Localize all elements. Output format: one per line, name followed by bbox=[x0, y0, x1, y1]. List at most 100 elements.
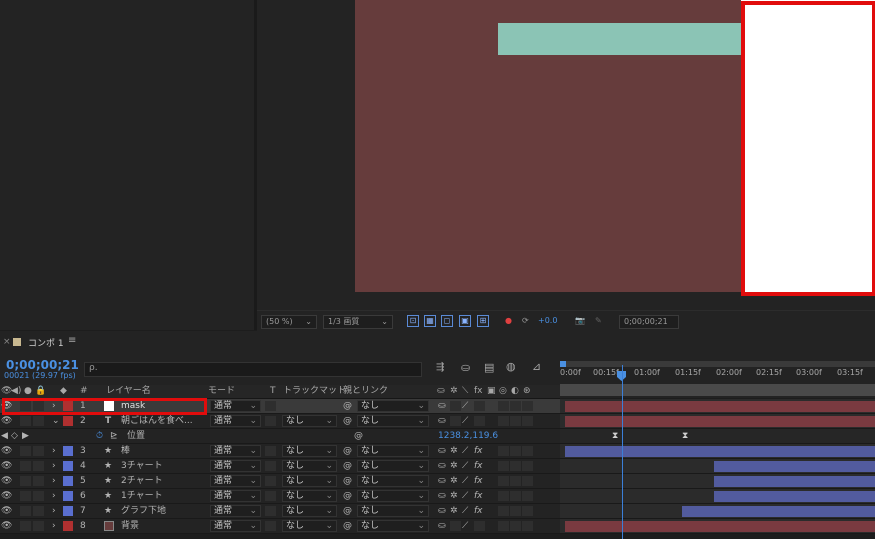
keyframe-icon[interactable]: ⧗ bbox=[612, 431, 618, 441]
collapse-switch-icon[interactable]: ✲ bbox=[450, 475, 458, 487]
region-of-interest-icon[interactable]: ▣ bbox=[459, 315, 471, 327]
3d-switch[interactable] bbox=[522, 476, 533, 486]
mode-dropdown[interactable]: 通常 ⌄ bbox=[210, 415, 261, 427]
solo-toggle[interactable] bbox=[20, 491, 31, 501]
time-ruler[interactable]: 0:00f 00:15f 01:00f 01:15f 02:00f 02:15f… bbox=[560, 360, 875, 398]
quality-switch-icon[interactable]: ⟋ bbox=[462, 400, 468, 412]
track-row[interactable] bbox=[560, 459, 875, 474]
preserve-transparency-toggle[interactable] bbox=[265, 506, 276, 516]
comp-tab-title[interactable]: コンポ 1 bbox=[28, 336, 64, 349]
stopwatch-icon[interactable]: ⏱ bbox=[96, 430, 103, 442]
3d-switch[interactable] bbox=[522, 461, 533, 471]
collapse-switch-icon[interactable]: ✲ bbox=[450, 445, 458, 457]
resolution-dropdown[interactable]: 1/3 画質 ⌄ bbox=[323, 315, 393, 329]
fx-icon[interactable]: fx bbox=[474, 475, 483, 487]
layer-name[interactable]: 棒 bbox=[121, 445, 130, 457]
label-color[interactable] bbox=[63, 461, 73, 471]
preserve-transparency-toggle[interactable] bbox=[265, 491, 276, 501]
pickwhip-icon[interactable]: @ bbox=[343, 505, 352, 517]
table-row[interactable]: 👁 › 6 ★ 1チャート 通常 ⌄ なし ⌄ @ なし ⌄ ⛀ ✲ ⟋ fx bbox=[0, 489, 560, 504]
shy-layers-icon[interactable]: ⛀ bbox=[461, 361, 470, 374]
parent-dropdown[interactable]: なし ⌄ bbox=[357, 460, 429, 472]
expand-chevron-icon[interactable]: › bbox=[52, 445, 56, 457]
adjustment-switch[interactable] bbox=[510, 521, 521, 531]
current-time-display[interactable]: 0;00;00;21 bbox=[6, 358, 79, 372]
mode-dropdown[interactable]: 通常 ⌄ bbox=[210, 505, 261, 517]
adjustment-switch[interactable] bbox=[510, 416, 521, 426]
mode-dropdown[interactable]: 通常 ⌄ bbox=[210, 400, 261, 412]
preserve-transparency-toggle[interactable] bbox=[265, 476, 276, 486]
label-color[interactable] bbox=[63, 491, 73, 501]
motion-blur-switch[interactable] bbox=[498, 476, 509, 486]
parent-dropdown[interactable]: なし ⌄ bbox=[357, 445, 429, 457]
3d-switch[interactable] bbox=[522, 521, 533, 531]
collapse-switch[interactable] bbox=[450, 401, 461, 411]
prev-keyframe-icon[interactable]: ◀ bbox=[1, 430, 8, 442]
track-row[interactable] bbox=[560, 444, 875, 459]
layer-name[interactable]: グラフ下地 bbox=[121, 505, 166, 517]
parent-dropdown[interactable]: なし ⌄ bbox=[357, 520, 429, 532]
column-track-matte[interactable]: トラックマット bbox=[283, 385, 346, 398]
eye-icon[interactable]: 👁 bbox=[1, 520, 12, 532]
lock-toggle[interactable] bbox=[33, 461, 44, 471]
layer-duration-bar[interactable] bbox=[565, 416, 875, 427]
expand-chevron-icon[interactable]: › bbox=[52, 460, 56, 472]
pickwhip-icon[interactable]: @ bbox=[343, 490, 352, 502]
solo-toggle[interactable] bbox=[20, 461, 31, 471]
lock-toggle[interactable] bbox=[33, 476, 44, 486]
frame-blending-icon[interactable]: ▤ bbox=[484, 361, 494, 374]
exposure-value[interactable]: +0.0 bbox=[538, 315, 557, 327]
eye-icon[interactable]: 👁 bbox=[1, 490, 12, 502]
pickwhip-icon[interactable]: @ bbox=[343, 415, 352, 427]
motion-blur-switch[interactable] bbox=[498, 521, 509, 531]
table-row[interactable]: 👁 › 8 背景 通常 ⌄ なし ⌄ @ なし ⌄ ⛀ ⟋ bbox=[0, 519, 560, 534]
collapse-switch[interactable] bbox=[450, 521, 461, 531]
adjustment-switch[interactable] bbox=[510, 461, 521, 471]
shy-switch-icon[interactable]: ⛀ bbox=[438, 400, 446, 412]
table-row[interactable]: 👁 › 4 ★ 3チャート 通常 ⌄ なし ⌄ @ なし ⌄ ⛀ ✲ ⟋ fx bbox=[0, 459, 560, 474]
layer-duration-bar[interactable] bbox=[714, 491, 875, 502]
solo-icon[interactable]: ● bbox=[24, 385, 32, 398]
snapshot-icon[interactable]: 📷 bbox=[575, 315, 585, 327]
preserve-transparency-toggle[interactable] bbox=[265, 461, 276, 471]
motion-blur-switch[interactable] bbox=[498, 446, 509, 456]
mode-dropdown[interactable]: 通常 ⌄ bbox=[210, 490, 261, 502]
lock-toggle[interactable] bbox=[33, 416, 44, 426]
pickwhip-icon[interactable]: @ bbox=[343, 475, 352, 487]
parent-dropdown[interactable]: なし ⌄ bbox=[357, 505, 429, 517]
preserve-transparency-toggle[interactable] bbox=[265, 446, 276, 456]
expand-chevron-icon[interactable]: › bbox=[52, 490, 56, 502]
track-matte-dropdown[interactable]: なし ⌄ bbox=[282, 460, 337, 472]
track-matte-dropdown[interactable]: なし ⌄ bbox=[282, 490, 337, 502]
fx-icon[interactable]: fx bbox=[474, 490, 483, 502]
viewer-timecode[interactable]: 0;00;00;21 bbox=[619, 315, 679, 329]
mask-path-icon[interactable]: ◻ bbox=[441, 315, 453, 327]
track-row[interactable] bbox=[560, 399, 875, 414]
adjustment-switch[interactable] bbox=[510, 401, 521, 411]
grid-guides-icon[interactable]: ⊞ bbox=[477, 315, 489, 327]
fx-icon[interactable]: fx bbox=[474, 460, 483, 472]
motion-blur-switch[interactable] bbox=[498, 416, 509, 426]
collapse-switch-icon[interactable]: ✲ bbox=[450, 505, 458, 517]
track-row[interactable] bbox=[560, 504, 875, 519]
parent-dropdown[interactable]: なし ⌄ bbox=[357, 415, 429, 427]
comp-flowchart-icon[interactable]: ⇶ bbox=[436, 362, 444, 373]
zoom-dropdown[interactable]: (50 %) ⌄ bbox=[261, 315, 317, 329]
column-layer-name[interactable]: レイヤー名 bbox=[106, 385, 151, 398]
mode-dropdown[interactable]: 通常 ⌄ bbox=[210, 445, 261, 457]
layer-name[interactable]: 2チャート bbox=[121, 475, 163, 487]
fx-icon[interactable]: fx bbox=[474, 505, 483, 517]
track-matte-dropdown[interactable]: なし ⌄ bbox=[282, 445, 337, 457]
lock-toggle[interactable] bbox=[33, 491, 44, 501]
expand-chevron-icon[interactable]: ⌄ bbox=[52, 415, 60, 427]
shy-switch-icon[interactable]: ⛀ bbox=[438, 520, 446, 532]
quality-switch-icon[interactable]: ⟋ bbox=[462, 490, 468, 502]
layer-name[interactable]: 3チャート bbox=[121, 460, 163, 472]
eye-icon[interactable]: 👁 bbox=[1, 445, 12, 457]
track-row[interactable]: ⧗ ⧗ bbox=[560, 429, 875, 444]
expand-chevron-icon[interactable]: › bbox=[52, 520, 56, 532]
layer-name[interactable]: 1チャート bbox=[121, 490, 163, 502]
expand-chevron-icon[interactable]: › bbox=[52, 505, 56, 517]
color-channel-icon[interactable]: ● bbox=[505, 315, 512, 327]
fit-icon[interactable]: ⊡ bbox=[407, 315, 419, 327]
